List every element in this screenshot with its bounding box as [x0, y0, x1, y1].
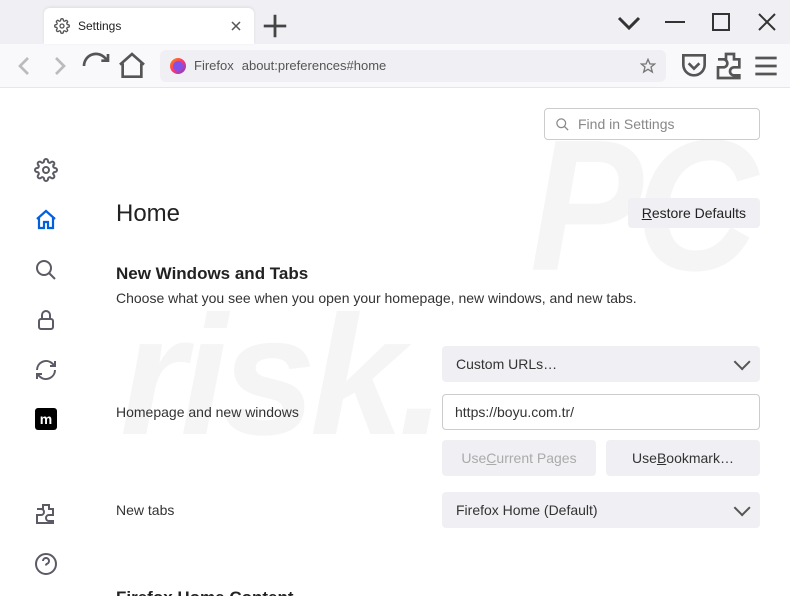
pocket-button[interactable]: [678, 50, 710, 82]
sidebar-search-icon[interactable]: [34, 258, 58, 282]
url-prefix: Firefox: [194, 58, 234, 73]
gear-icon: [54, 18, 70, 34]
menu-button[interactable]: [750, 50, 782, 82]
use-current-pages-button[interactable]: Use Current Pages: [442, 440, 596, 476]
tab-title: Settings: [78, 19, 121, 33]
new-tab-button[interactable]: [260, 11, 290, 41]
homepage-mode-dropdown[interactable]: Custom URLs…: [442, 346, 760, 382]
tab-strip: Settings: [0, 0, 790, 44]
section-new-windows-title: New Windows and Tabs: [116, 264, 760, 284]
sidebar-more-icon[interactable]: m: [35, 408, 57, 430]
reload-button[interactable]: [80, 50, 112, 82]
maximize-button[interactable]: [698, 6, 744, 38]
settings-content: Find in Settings Home Restore Defaults N…: [92, 88, 790, 596]
restore-defaults-button[interactable]: Restore Defaults: [628, 198, 760, 228]
settings-sidebar: m: [0, 88, 92, 596]
firefox-icon: [170, 58, 186, 74]
nav-toolbar: Firefox about:preferences#home: [0, 44, 790, 88]
sidebar-home-icon[interactable]: [34, 208, 58, 232]
sidebar-general-icon[interactable]: [34, 158, 58, 182]
bookmark-star-icon[interactable]: [640, 58, 656, 74]
homepage-url-input[interactable]: [442, 394, 760, 430]
forward-button[interactable]: [44, 50, 76, 82]
use-bookmark-button[interactable]: Use Bookmark…: [606, 440, 760, 476]
tab-settings[interactable]: Settings: [44, 8, 254, 44]
close-window-button[interactable]: [744, 6, 790, 38]
search-placeholder: Find in Settings: [578, 116, 675, 132]
search-icon: [555, 117, 570, 132]
home-button-toolbar[interactable]: [116, 50, 148, 82]
minimize-button[interactable]: [652, 6, 698, 38]
section-new-windows-desc: Choose what you see when you open your h…: [116, 290, 760, 306]
url-bar[interactable]: Firefox about:preferences#home: [160, 50, 666, 82]
sidebar-sync-icon[interactable]: [34, 358, 58, 382]
sidebar-privacy-icon[interactable]: [34, 308, 58, 332]
back-button[interactable]: [8, 50, 40, 82]
newtabs-dropdown[interactable]: Firefox Home (Default): [442, 492, 760, 528]
homepage-label-text: Homepage and new windows: [116, 404, 426, 420]
sidebar-help-icon[interactable]: [34, 552, 58, 576]
section-home-content-title: Firefox Home Content: [116, 588, 760, 596]
tabs-dropdown-button[interactable]: [606, 6, 652, 38]
close-tab-icon[interactable]: [228, 18, 244, 34]
find-in-settings-input[interactable]: Find in Settings: [544, 108, 760, 140]
sidebar-extensions-icon[interactable]: [34, 502, 58, 526]
url-text: about:preferences#home: [242, 58, 387, 73]
extensions-button[interactable]: [714, 50, 746, 82]
newtabs-label: New tabs: [116, 502, 426, 518]
